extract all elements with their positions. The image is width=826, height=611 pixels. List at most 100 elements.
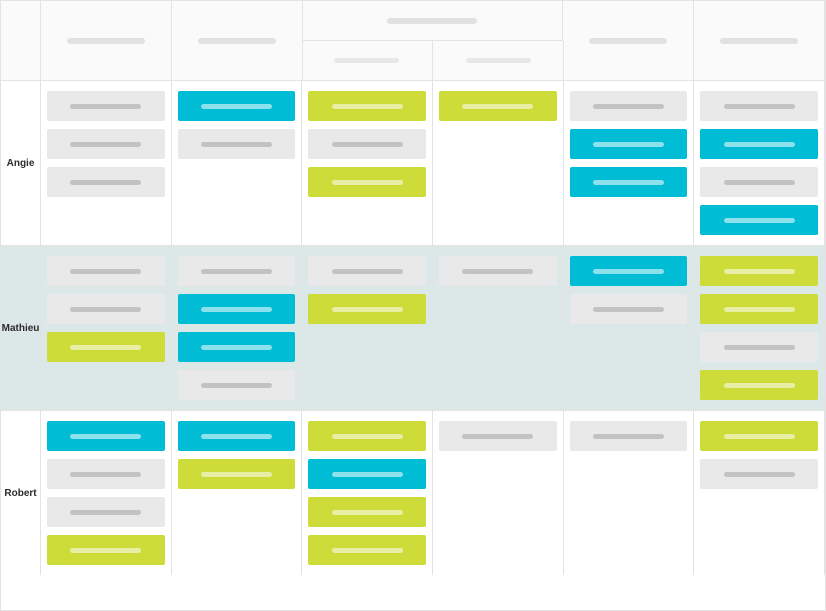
event-card[interactable]: [570, 167, 688, 197]
row-label[interactable]: Angie: [1, 81, 41, 245]
event-placeholder: [70, 345, 141, 350]
grid-cell[interactable]: [564, 411, 695, 575]
event-card[interactable]: [308, 167, 426, 197]
event-card[interactable]: [178, 370, 296, 400]
event-card[interactable]: [308, 459, 426, 489]
col-subheader[interactable]: [433, 41, 564, 81]
event-card[interactable]: [47, 459, 165, 489]
event-card[interactable]: [47, 332, 165, 362]
event-card[interactable]: [178, 421, 296, 451]
event-placeholder: [201, 269, 272, 274]
event-placeholder: [724, 180, 795, 185]
event-placeholder: [201, 434, 272, 439]
grid-cell[interactable]: [433, 246, 564, 410]
event-card[interactable]: [700, 370, 818, 400]
event-placeholder: [462, 269, 533, 274]
event-placeholder: [332, 104, 403, 109]
event-card[interactable]: [700, 167, 818, 197]
event-placeholder: [70, 104, 141, 109]
event-card[interactable]: [570, 91, 688, 121]
grid-cell[interactable]: [694, 246, 825, 410]
event-placeholder: [70, 434, 141, 439]
event-placeholder: [332, 510, 403, 515]
event-card[interactable]: [700, 91, 818, 121]
event-placeholder: [201, 345, 272, 350]
grid-cell[interactable]: [433, 81, 564, 245]
header-placeholder: [466, 58, 531, 63]
event-placeholder: [70, 548, 141, 553]
event-card[interactable]: [439, 91, 557, 121]
event-card[interactable]: [308, 294, 426, 324]
event-placeholder: [593, 180, 664, 185]
event-card[interactable]: [178, 332, 296, 362]
row-label[interactable]: Robert: [1, 411, 41, 575]
event-placeholder: [724, 307, 795, 312]
event-card[interactable]: [308, 129, 426, 159]
grid-cell[interactable]: [302, 81, 433, 245]
event-placeholder: [70, 472, 141, 477]
event-placeholder: [201, 472, 272, 477]
event-card[interactable]: [47, 256, 165, 286]
event-placeholder: [332, 548, 403, 553]
col-subheader[interactable]: [302, 41, 433, 81]
event-placeholder: [724, 383, 795, 388]
event-card[interactable]: [47, 497, 165, 527]
event-card[interactable]: [308, 91, 426, 121]
event-card[interactable]: [700, 129, 818, 159]
grid-cell[interactable]: [41, 81, 172, 245]
event-card[interactable]: [47, 294, 165, 324]
event-card[interactable]: [700, 459, 818, 489]
event-card[interactable]: [439, 421, 557, 451]
event-card[interactable]: [178, 256, 296, 286]
event-card[interactable]: [439, 256, 557, 286]
event-placeholder: [201, 383, 272, 388]
schedule-grid: AngieMathieuRobert: [0, 0, 826, 611]
grid-cell[interactable]: [41, 411, 172, 575]
grid-cell[interactable]: [172, 81, 303, 245]
event-card[interactable]: [700, 205, 818, 235]
event-card[interactable]: [570, 421, 688, 451]
event-card[interactable]: [700, 256, 818, 286]
event-card[interactable]: [47, 421, 165, 451]
event-card[interactable]: [47, 535, 165, 565]
grid-cell[interactable]: [564, 81, 695, 245]
grid-cell[interactable]: [433, 411, 564, 575]
column-header: [1, 1, 825, 81]
event-card[interactable]: [47, 167, 165, 197]
grid-cell[interactable]: [694, 411, 825, 575]
event-card[interactable]: [308, 535, 426, 565]
event-placeholder: [70, 269, 141, 274]
event-card[interactable]: [308, 421, 426, 451]
event-card[interactable]: [47, 129, 165, 159]
col-header-group[interactable]: [303, 1, 564, 41]
grid-cell[interactable]: [302, 411, 433, 575]
event-placeholder: [201, 104, 272, 109]
header-placeholder: [334, 58, 399, 63]
event-card[interactable]: [570, 256, 688, 286]
grid-cell[interactable]: [172, 411, 303, 575]
event-card[interactable]: [570, 294, 688, 324]
grid-cell[interactable]: [41, 246, 172, 410]
event-card[interactable]: [570, 129, 688, 159]
event-card[interactable]: [700, 421, 818, 451]
grid-cell[interactable]: [694, 81, 825, 245]
event-placeholder: [332, 269, 403, 274]
event-placeholder: [462, 104, 533, 109]
event-placeholder: [593, 434, 664, 439]
grid-body: AngieMathieuRobert: [1, 81, 825, 575]
event-card[interactable]: [308, 497, 426, 527]
event-card[interactable]: [178, 294, 296, 324]
grid-cell[interactable]: [172, 246, 303, 410]
event-card[interactable]: [178, 459, 296, 489]
event-placeholder: [593, 269, 664, 274]
event-card[interactable]: [700, 332, 818, 362]
event-card[interactable]: [178, 129, 296, 159]
event-card[interactable]: [308, 256, 426, 286]
event-card[interactable]: [178, 91, 296, 121]
grid-cell[interactable]: [564, 246, 695, 410]
event-card[interactable]: [47, 91, 165, 121]
event-card[interactable]: [700, 294, 818, 324]
row-label[interactable]: Mathieu: [1, 246, 41, 410]
resource-row: Angie: [1, 81, 825, 246]
grid-cell[interactable]: [302, 246, 433, 410]
